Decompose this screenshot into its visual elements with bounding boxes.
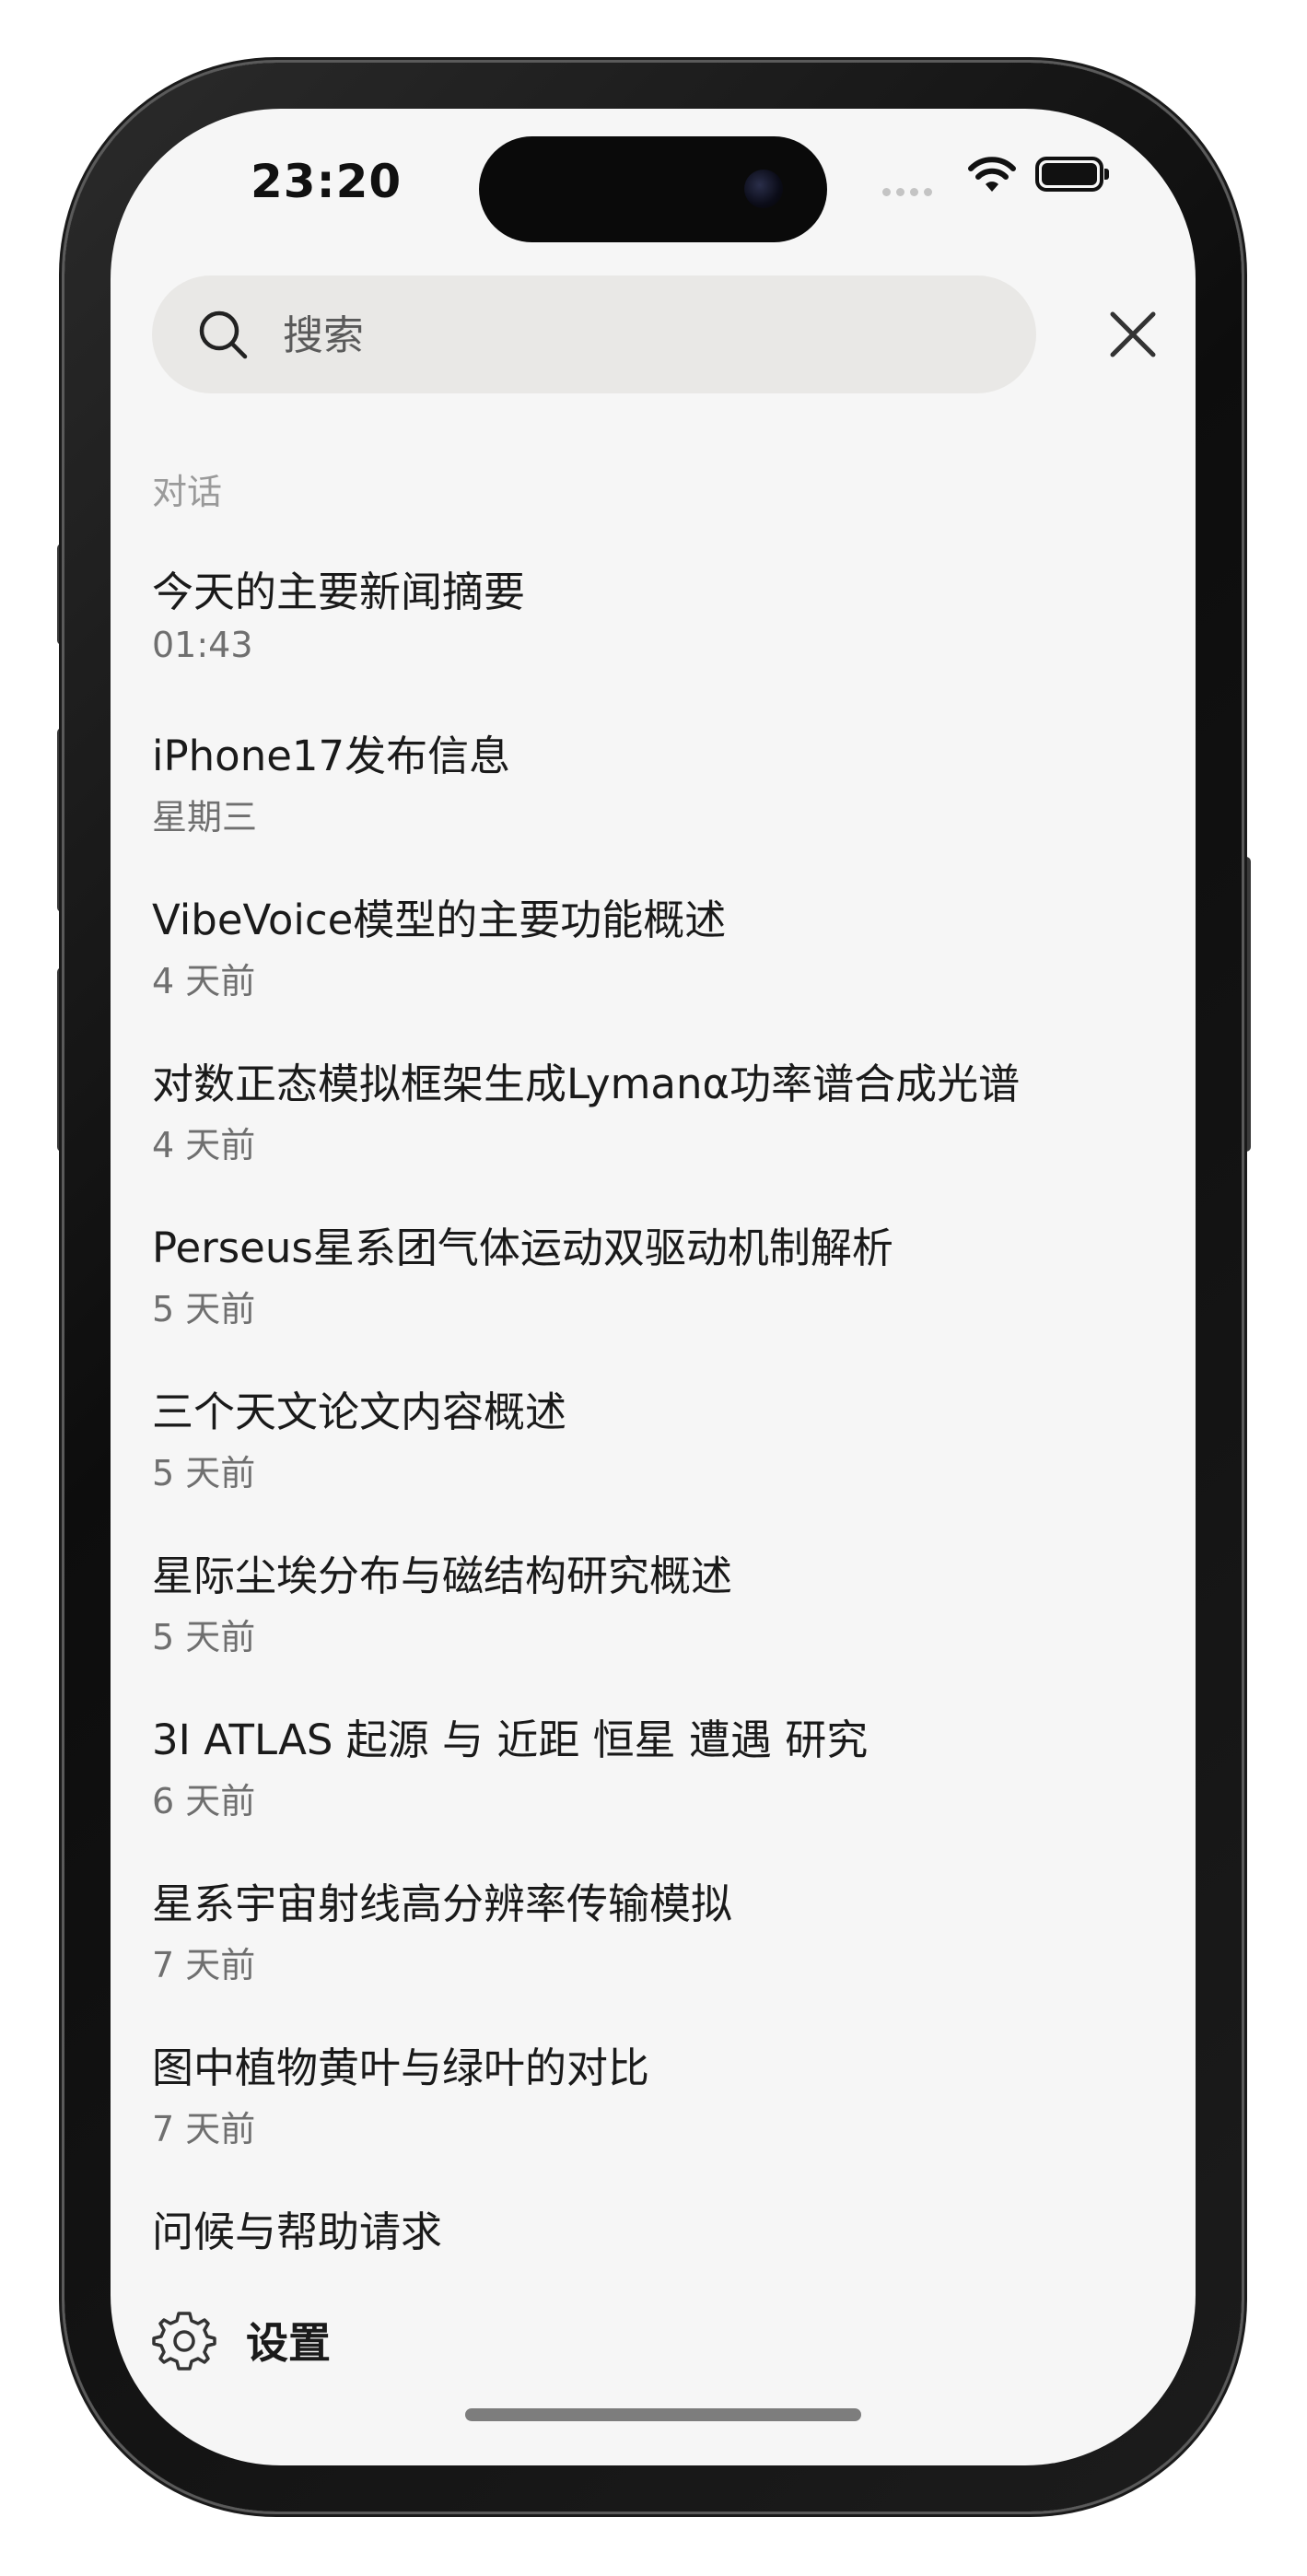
conversation-title: 对数正态模拟框架生成Lymanα功率谱合成光谱	[152, 1060, 1021, 1108]
cellular-signal-icon	[882, 188, 932, 196]
close-icon[interactable]	[1105, 307, 1161, 362]
gear-icon	[152, 2312, 216, 2371]
search-icon	[199, 310, 248, 359]
conversation-title: iPhone17发布信息	[152, 732, 511, 780]
section-label-conversations: 对话	[152, 472, 223, 512]
conversation-time: 6 天前	[152, 1781, 256, 1821]
conversation-item[interactable]: VibeVoice模型的主要功能概述 4 天前	[152, 886, 1156, 1050]
conversation-item[interactable]: 星系宇宙射线高分辨率传输模拟 7 天前	[152, 1870, 1156, 2034]
conversation-time: 5 天前	[152, 1617, 256, 1657]
conversation-time: 5 天前	[152, 1453, 256, 1493]
conversation-item[interactable]: Perseus星系团气体运动双驱动机制解析 5 天前	[152, 1214, 1156, 1378]
conversation-item[interactable]: 星际尘埃分布与磁结构研究概述 5 天前	[152, 1542, 1156, 1706]
settings-label: 设置	[246, 2318, 331, 2368]
conversation-title: 图中植物黄叶与绿叶的对比	[152, 2043, 650, 2092]
screen: 23:20 搜索 对话 今天的主要新闻摘要 01:43 iPhone17发布信息…	[111, 109, 1196, 2465]
home-indicator[interactable]	[465, 2408, 861, 2421]
conversation-time: 4 天前	[152, 961, 256, 1001]
conversation-title: 问候与帮助请求	[152, 2207, 443, 2256]
conversation-time: 5 天前	[152, 1289, 256, 1329]
conversation-time: 星期三	[152, 797, 258, 837]
conversation-item[interactable]: 3I ATLAS 起源 与 近距 恒星 遭遇 研究 6 天前	[152, 1706, 1156, 1870]
conversation-time: 4 天前	[152, 1125, 256, 1165]
conversation-item[interactable]: 对数正态模拟框架生成Lymanα功率谱合成光谱 4 天前	[152, 1050, 1156, 1214]
power-button	[1242, 857, 1251, 1152]
phone-frame: 23:20 搜索 对话 今天的主要新闻摘要 01:43 iPhone17发布信息…	[64, 63, 1242, 2512]
conversation-list: 今天的主要新闻摘要 01:43 iPhone17发布信息 星期三 VibeVoi…	[152, 558, 1156, 2362]
conversation-time: 7 天前	[152, 2109, 256, 2149]
conversation-time: 7 天前	[152, 1945, 256, 1985]
settings-button[interactable]: 设置	[152, 2303, 331, 2377]
stage: 23:20 搜索 对话 今天的主要新闻摘要 01:43 iPhone17发布信息…	[0, 0, 1307, 2576]
conversation-title: VibeVoice模型的主要功能概述	[152, 896, 727, 944]
conversation-item[interactable]: iPhone17发布信息 星期三	[152, 722, 1156, 886]
conversation-title: 星系宇宙射线高分辨率传输模拟	[152, 1879, 733, 1928]
conversation-item[interactable]: 图中植物黄叶与绿叶的对比 7 天前	[152, 2034, 1156, 2198]
battery-icon	[1035, 157, 1109, 192]
conversation-item[interactable]: 三个天文论文内容概述 5 天前	[152, 1378, 1156, 1542]
conversation-title: 三个天文论文内容概述	[152, 1388, 567, 1436]
conversation-title: Perseus星系团气体运动双驱动机制解析	[152, 1224, 893, 1272]
conversation-time: 01:43	[152, 625, 253, 665]
dynamic-island	[479, 136, 827, 242]
search-bar[interactable]	[152, 275, 1036, 395]
conversation-title: 3I ATLAS 起源 与 近距 恒星 遭遇 研究	[152, 1715, 869, 1764]
conversation-title: 星际尘埃分布与磁结构研究概述	[152, 1551, 733, 1600]
camera-icon	[744, 170, 783, 208]
status-time: 23:20	[251, 155, 403, 208]
conversation-item[interactable]: 今天的主要新闻摘要 01:43	[152, 558, 1156, 722]
wifi-icon	[968, 157, 1016, 192]
search-input[interactable]	[281, 275, 1003, 395]
conversation-title: 今天的主要新闻摘要	[152, 568, 526, 616]
